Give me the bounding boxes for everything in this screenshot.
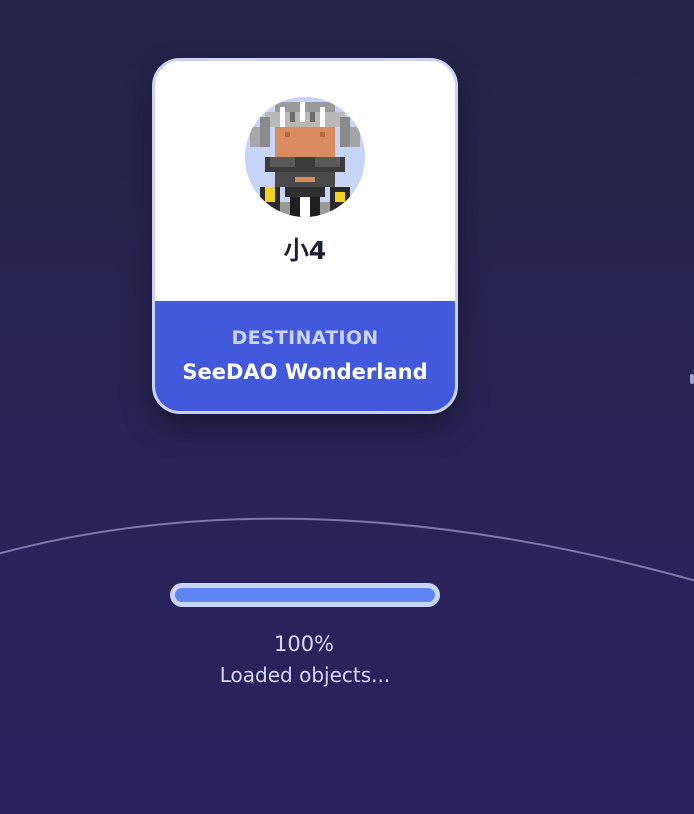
edge-indicator bbox=[690, 374, 694, 384]
destination-name: SeeDAO Wonderland bbox=[182, 360, 428, 384]
player-card-header: 小4 bbox=[155, 61, 455, 301]
pixel-avatar-icon bbox=[245, 97, 365, 217]
loading-progress-bar bbox=[170, 583, 440, 607]
destination-label: DESTINATION bbox=[231, 327, 379, 349]
loading-percent: 100% bbox=[273, 632, 335, 656]
destination-panel: DESTINATION SeeDAO Wonderland bbox=[155, 301, 455, 411]
player-card: 小4 DESTINATION SeeDAO Wonderland bbox=[152, 58, 458, 414]
loading-status: Loaded objects... bbox=[219, 663, 391, 687]
player-name: 小4 bbox=[283, 236, 327, 265]
player-avatar bbox=[245, 97, 365, 217]
loading-progress-fill bbox=[175, 588, 435, 602]
